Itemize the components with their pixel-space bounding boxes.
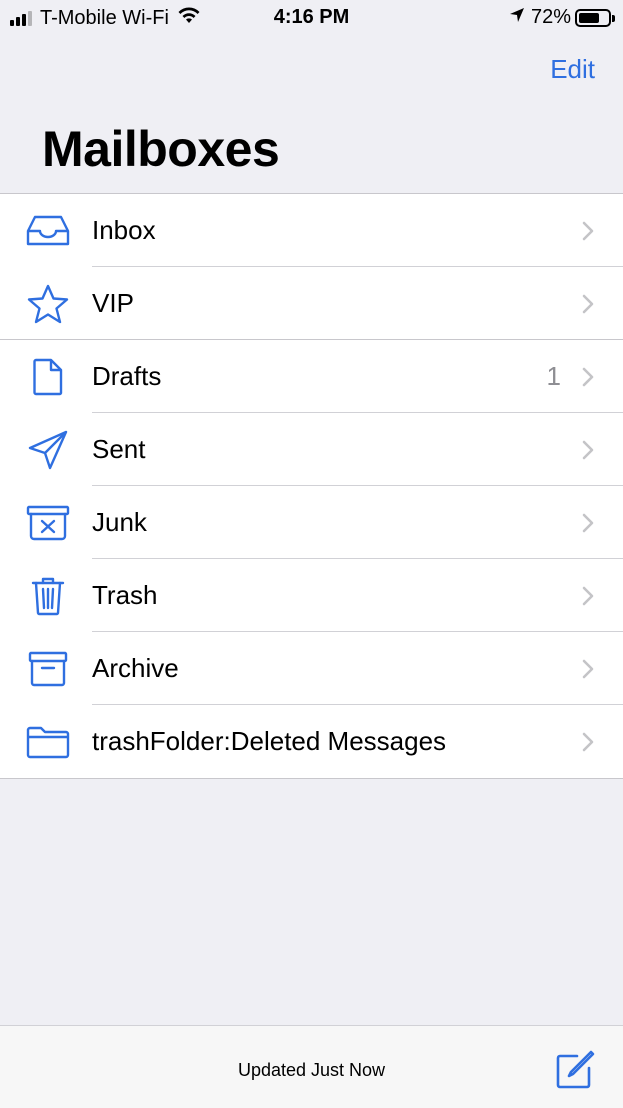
mailbox-row-archive[interactable]: Archive: [0, 632, 623, 705]
chevron-right-icon: [581, 512, 595, 534]
battery-fill: [579, 12, 600, 23]
mailbox-count: 1: [546, 361, 561, 391]
chevron-right-icon: [581, 439, 595, 461]
battery-icon: [575, 8, 615, 27]
mailbox-row-trash[interactable]: Trash: [0, 559, 623, 632]
paper-plane-icon: [26, 430, 70, 470]
edit-button[interactable]: Edit: [550, 54, 595, 85]
mailbox-label: Inbox: [92, 215, 156, 245]
junk-bin-icon: [26, 503, 70, 543]
mailbox-row-sent[interactable]: Sent: [0, 413, 623, 486]
mailbox-label: VIP: [92, 288, 134, 318]
mailbox-row-junk[interactable]: Junk: [0, 486, 623, 559]
mailbox-list: Inbox VIP Drafts 1 Sent Junk Trash Archi…: [0, 193, 623, 779]
mailbox-label: Drafts: [92, 361, 162, 391]
archive-box-icon: [26, 649, 70, 689]
status-right: 72%: [509, 6, 615, 29]
mailbox-label: Sent: [92, 434, 146, 464]
chevron-right-icon: [581, 293, 595, 315]
update-status: Updated Just Now: [237, 1060, 386, 1080]
location-arrow-icon: [509, 6, 525, 29]
trash-icon: [26, 576, 70, 616]
compose-icon: [556, 1050, 595, 1089]
mailbox-row-drafts[interactable]: Drafts 1: [0, 340, 623, 413]
mailbox-label: Trash: [92, 580, 158, 610]
mailbox-row-inbox[interactable]: Inbox: [0, 194, 623, 267]
compose-button[interactable]: [555, 1050, 595, 1090]
page-title: Mailboxes: [42, 121, 280, 177]
mailbox-row-vip[interactable]: VIP: [0, 267, 623, 340]
document-icon: [26, 357, 70, 397]
chevron-right-icon: [581, 220, 595, 242]
bottom-toolbar: Updated Just Now: [0, 1025, 623, 1108]
mailbox-row-deleted-messages[interactable]: trashFolder:Deleted Messages: [0, 705, 623, 778]
mailbox-label: Junk: [92, 507, 147, 537]
status-bar: T-Mobile Wi-Fi 4:16 PM 72%: [0, 0, 623, 36]
battery-percent: 72%: [530, 6, 571, 28]
folder-icon: [26, 722, 70, 762]
chevron-right-icon: [581, 731, 595, 753]
star-icon: [26, 284, 70, 324]
chevron-right-icon: [581, 658, 595, 680]
inbox-tray-icon: [26, 211, 70, 251]
chevron-right-icon: [581, 585, 595, 607]
chevron-right-icon: [581, 366, 595, 388]
mailbox-label: Archive: [92, 653, 179, 683]
mailbox-label: trashFolder:Deleted Messages: [92, 726, 447, 756]
